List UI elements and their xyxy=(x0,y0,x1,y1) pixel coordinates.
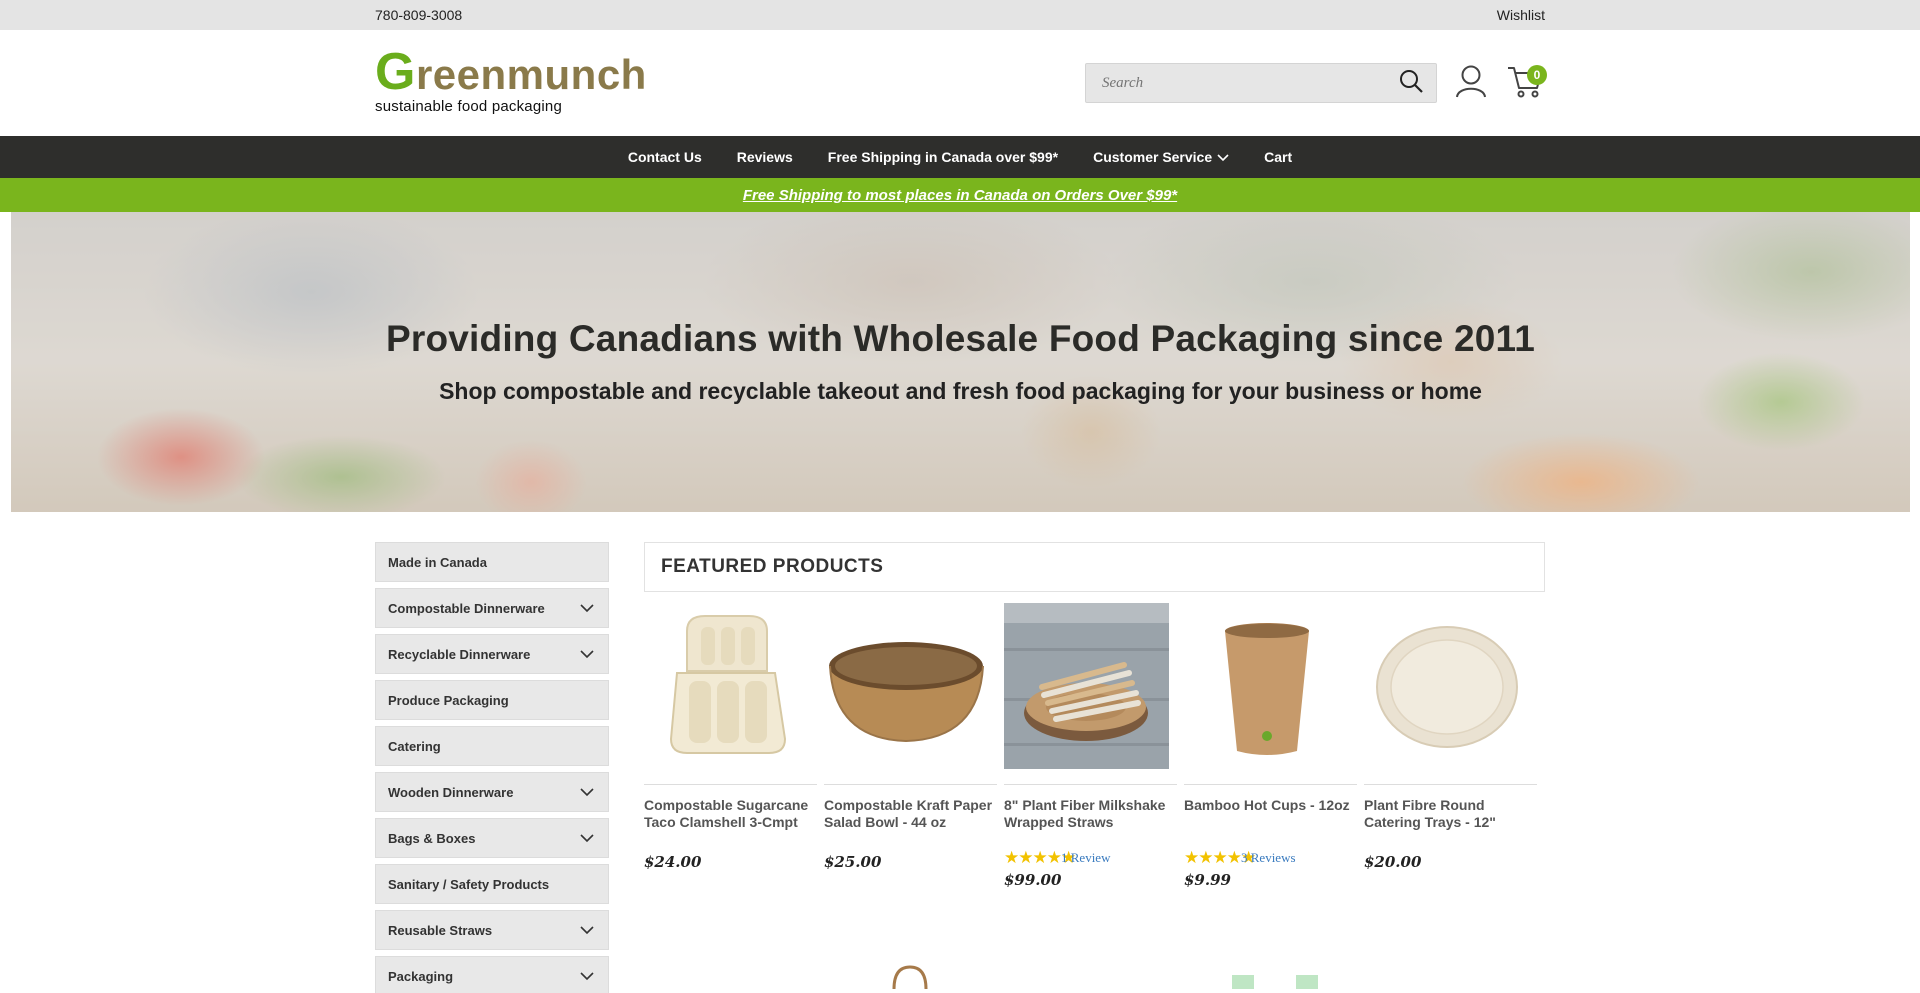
product-rating: ★★★★★ 3 Reviews xyxy=(1184,849,1357,866)
product-price: $24.00 xyxy=(644,853,702,871)
sidebar-item-label: Sanitary / Safety Products xyxy=(388,876,550,892)
nav-label: Customer Service xyxy=(1093,149,1213,165)
logo-tagline: sustainable food packaging xyxy=(375,98,563,115)
reviews-link[interactable]: 3 Reviews xyxy=(1241,849,1296,866)
product-card[interactable]: Bamboo Hot Cups - 12oz ★★★★★ 3 Reviews $… xyxy=(1184,603,1357,889)
product-title[interactable]: Plant Fibre Round Catering Trays - 12" xyxy=(1364,797,1537,831)
category-sidebar: Made in Canada Compostable Dinnerware Re… xyxy=(375,542,609,993)
sidebar-item-label: Packaging xyxy=(388,968,454,984)
product-price: $25.00 xyxy=(824,853,882,871)
featured-section: FEATURED PRODUCTS Compostable Sugarcane … xyxy=(644,542,1545,993)
chevron-down-icon[interactable] xyxy=(580,969,594,984)
user-icon xyxy=(1455,64,1487,103)
cart-count-badge: 0 xyxy=(1527,65,1547,85)
nav-reviews[interactable]: Reviews xyxy=(737,149,793,165)
search-box xyxy=(1085,63,1437,103)
sidebar-item-sanitary-safety[interactable]: Sanitary / Safety Products xyxy=(375,864,609,904)
product-title[interactable]: Compostable Sugarcane Taco Clamshell 3-C… xyxy=(644,797,817,831)
sidebar-item-catering[interactable]: Catering xyxy=(375,726,609,766)
sidebar-item-label: Reusable Straws xyxy=(388,922,493,938)
chevron-down-icon[interactable] xyxy=(580,647,594,662)
chevron-down-icon[interactable] xyxy=(580,831,594,846)
featured-heading: FEATURED PRODUCTS xyxy=(644,542,1545,592)
clamshell-image[interactable] xyxy=(644,603,809,769)
product-card[interactable]: Compostable Kraft Paper Salad Bowl - 44 … xyxy=(824,603,997,889)
product-title[interactable]: 8" Plant Fiber Milkshake Wrapped Straws xyxy=(1004,797,1177,831)
chevron-down-icon xyxy=(1217,149,1229,165)
sidebar-item-label: Catering xyxy=(388,738,441,754)
promo-banner: Free Shipping to most places in Canada o… xyxy=(0,178,1920,212)
product-title[interactable]: Compostable Kraft Paper Salad Bowl - 44 … xyxy=(824,797,997,831)
hero-banner: Providing Canadians with Wholesale Food … xyxy=(11,212,1910,512)
sidebar-item-label: Bags & Boxes xyxy=(388,830,476,846)
hot-cup-image[interactable] xyxy=(1184,603,1349,769)
product-grid: Compostable Sugarcane Taco Clamshell 3-C… xyxy=(644,603,1545,889)
product-image-partial[interactable] xyxy=(1184,959,1357,989)
product-title[interactable]: Bamboo Hot Cups - 12oz xyxy=(1184,797,1357,831)
sidebar-item-packaging[interactable]: Packaging xyxy=(375,956,609,993)
logo-wordmark: Greenmunch xyxy=(375,46,647,98)
nav-label: Free Shipping in Canada over $99* xyxy=(827,149,1059,165)
round-tray-image[interactable] xyxy=(1364,603,1529,769)
nav-free-shipping[interactable]: Free Shipping in Canada over $99* xyxy=(828,149,1058,165)
straws-image[interactable] xyxy=(1004,603,1169,769)
nav-contact-us[interactable]: Contact Us xyxy=(628,149,702,165)
sidebar-item-label: Produce Packaging xyxy=(388,692,509,708)
nav-label: Reviews xyxy=(736,149,793,165)
sidebar-item-wooden-dinnerware[interactable]: Wooden Dinnerware xyxy=(375,772,609,812)
sidebar-item-compostable-dinnerware[interactable]: Compostable Dinnerware xyxy=(375,588,609,628)
sidebar-item-label: Compostable Dinnerware xyxy=(388,600,545,616)
sidebar-item-label: Recyclable Dinnerware xyxy=(388,646,531,662)
top-bar: 780-809-3008 Wishlist xyxy=(0,0,1920,30)
star-rating-icon: ★★★★★ xyxy=(1184,848,1256,867)
search-icon[interactable] xyxy=(1398,68,1424,99)
product-card[interactable]: 8" Plant Fiber Milkshake Wrapped Straws … xyxy=(1004,603,1177,889)
product-card[interactable]: Plant Fibre Round Catering Trays - 12" $… xyxy=(1364,603,1537,889)
sidebar-item-produce-packaging[interactable]: Produce Packaging xyxy=(375,680,609,720)
product-rating: ★★★★★ 1 Review xyxy=(1004,849,1177,866)
promo-link[interactable]: Free Shipping to most places in Canada o… xyxy=(743,187,1177,204)
account-button[interactable] xyxy=(1451,63,1491,103)
nav-cart[interactable]: Cart xyxy=(1264,149,1292,165)
sidebar-item-reusable-straws[interactable]: Reusable Straws xyxy=(375,910,609,950)
search-input[interactable] xyxy=(1102,74,1382,92)
chevron-down-icon[interactable] xyxy=(580,923,594,938)
chevron-down-icon[interactable] xyxy=(580,785,594,800)
product-image-partial[interactable] xyxy=(824,959,997,989)
cart-button[interactable]: 0 xyxy=(1505,63,1547,103)
product-card[interactable]: Compostable Sugarcane Taco Clamshell 3-C… xyxy=(644,603,817,889)
hero-title: Providing Canadians with Wholesale Food … xyxy=(385,318,1536,359)
greenmunch-logo[interactable]: Greenmunch sustainable food packaging xyxy=(375,46,647,115)
nav-label: Contact Us xyxy=(627,149,702,165)
nav-customer-service[interactable]: Customer Service xyxy=(1093,149,1229,165)
chevron-down-icon[interactable] xyxy=(580,601,594,616)
sidebar-item-label: Wooden Dinnerware xyxy=(388,784,514,800)
product-price: $9.99 xyxy=(1184,871,1231,889)
sidebar-item-bags-boxes[interactable]: Bags & Boxes xyxy=(375,818,609,858)
logo-munch: munch xyxy=(506,51,647,98)
sidebar-item-made-in-canada[interactable]: Made in Canada xyxy=(375,542,609,582)
reviews-link[interactable]: 1 Review xyxy=(1061,849,1110,866)
sidebar-item-label: Made in Canada xyxy=(388,554,487,570)
product-grid-row-2 xyxy=(644,959,1545,989)
hero-subtitle: Shop compostable and recyclable takeout … xyxy=(439,378,1482,404)
product-price: $20.00 xyxy=(1364,853,1422,871)
kraft-bowl-image[interactable] xyxy=(824,603,989,769)
phone-number[interactable]: 780-809-3008 xyxy=(375,7,462,23)
wishlist-link[interactable]: Wishlist xyxy=(1497,7,1545,23)
product-price: $99.00 xyxy=(1004,871,1062,889)
logo-reen: reen xyxy=(415,51,507,98)
site-header: Greenmunch sustainable food packaging 0 xyxy=(0,30,1920,136)
sidebar-item-recyclable-dinnerware[interactable]: Recyclable Dinnerware xyxy=(375,634,609,674)
logo-letter-g: G xyxy=(375,43,416,101)
main-nav: Contact Us Reviews Free Shipping in Cana… xyxy=(0,136,1920,178)
star-rating-icon: ★★★★★ xyxy=(1004,848,1076,867)
nav-label: Cart xyxy=(1264,149,1293,165)
